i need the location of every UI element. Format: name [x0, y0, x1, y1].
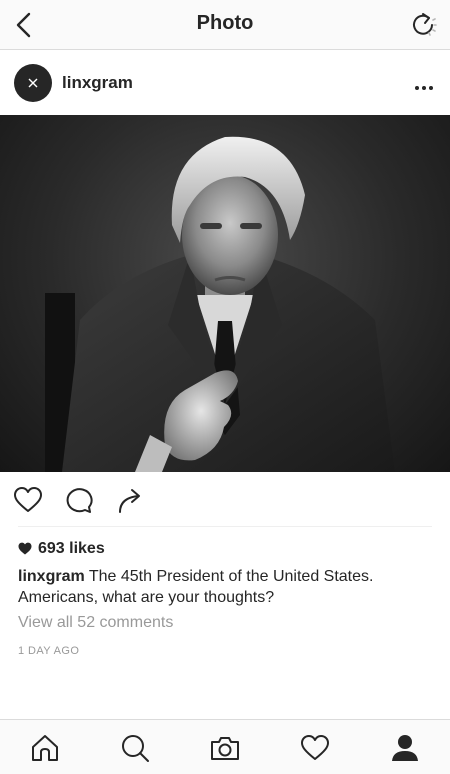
likes-count-link[interactable]: 693 likes [18, 540, 105, 560]
refresh-button[interactable] [408, 10, 438, 40]
activity-heart-icon [301, 735, 329, 760]
post-header: linxgram [0, 51, 450, 115]
more-options-button[interactable] [414, 79, 434, 90]
page-title: Photo [196, 12, 254, 34]
avatar[interactable] [14, 64, 52, 102]
heart-filled-icon [18, 542, 32, 555]
tab-camera[interactable] [209, 732, 241, 764]
post-caption: linxgram The 45th President of the Unite… [18, 566, 438, 608]
view-comments-link[interactable]: View all 52 comments [18, 614, 173, 632]
divider [18, 526, 432, 527]
post-actions [0, 472, 450, 526]
bottom-tab-bar [0, 719, 450, 774]
tab-home[interactable] [29, 732, 61, 764]
tab-profile[interactable] [389, 732, 421, 764]
comment-button[interactable] [63, 484, 95, 516]
search-icon [122, 735, 149, 762]
post-timestamp: 1 DAY AGO [18, 645, 80, 657]
post-username[interactable]: linxgram [62, 73, 133, 93]
comment-icon [66, 488, 93, 513]
post-photo[interactable] [0, 115, 450, 472]
tab-search[interactable] [119, 732, 151, 764]
profile-icon [392, 735, 418, 761]
camera-icon [211, 737, 239, 760]
refresh-icon [413, 13, 437, 36]
share-icon [119, 489, 140, 513]
home-icon [32, 735, 58, 761]
like-button[interactable] [12, 484, 44, 516]
more-horizontal-icon [415, 86, 433, 90]
share-button[interactable] [114, 484, 146, 516]
top-navigation-bar: Photo [0, 0, 450, 50]
tab-activity[interactable] [299, 732, 331, 764]
caption-username[interactable]: linxgram [18, 568, 85, 585]
close-icon [28, 78, 38, 88]
heart-icon [14, 487, 42, 512]
likes-count: 693 likes [38, 540, 105, 557]
portrait-illustration [45, 136, 395, 472]
